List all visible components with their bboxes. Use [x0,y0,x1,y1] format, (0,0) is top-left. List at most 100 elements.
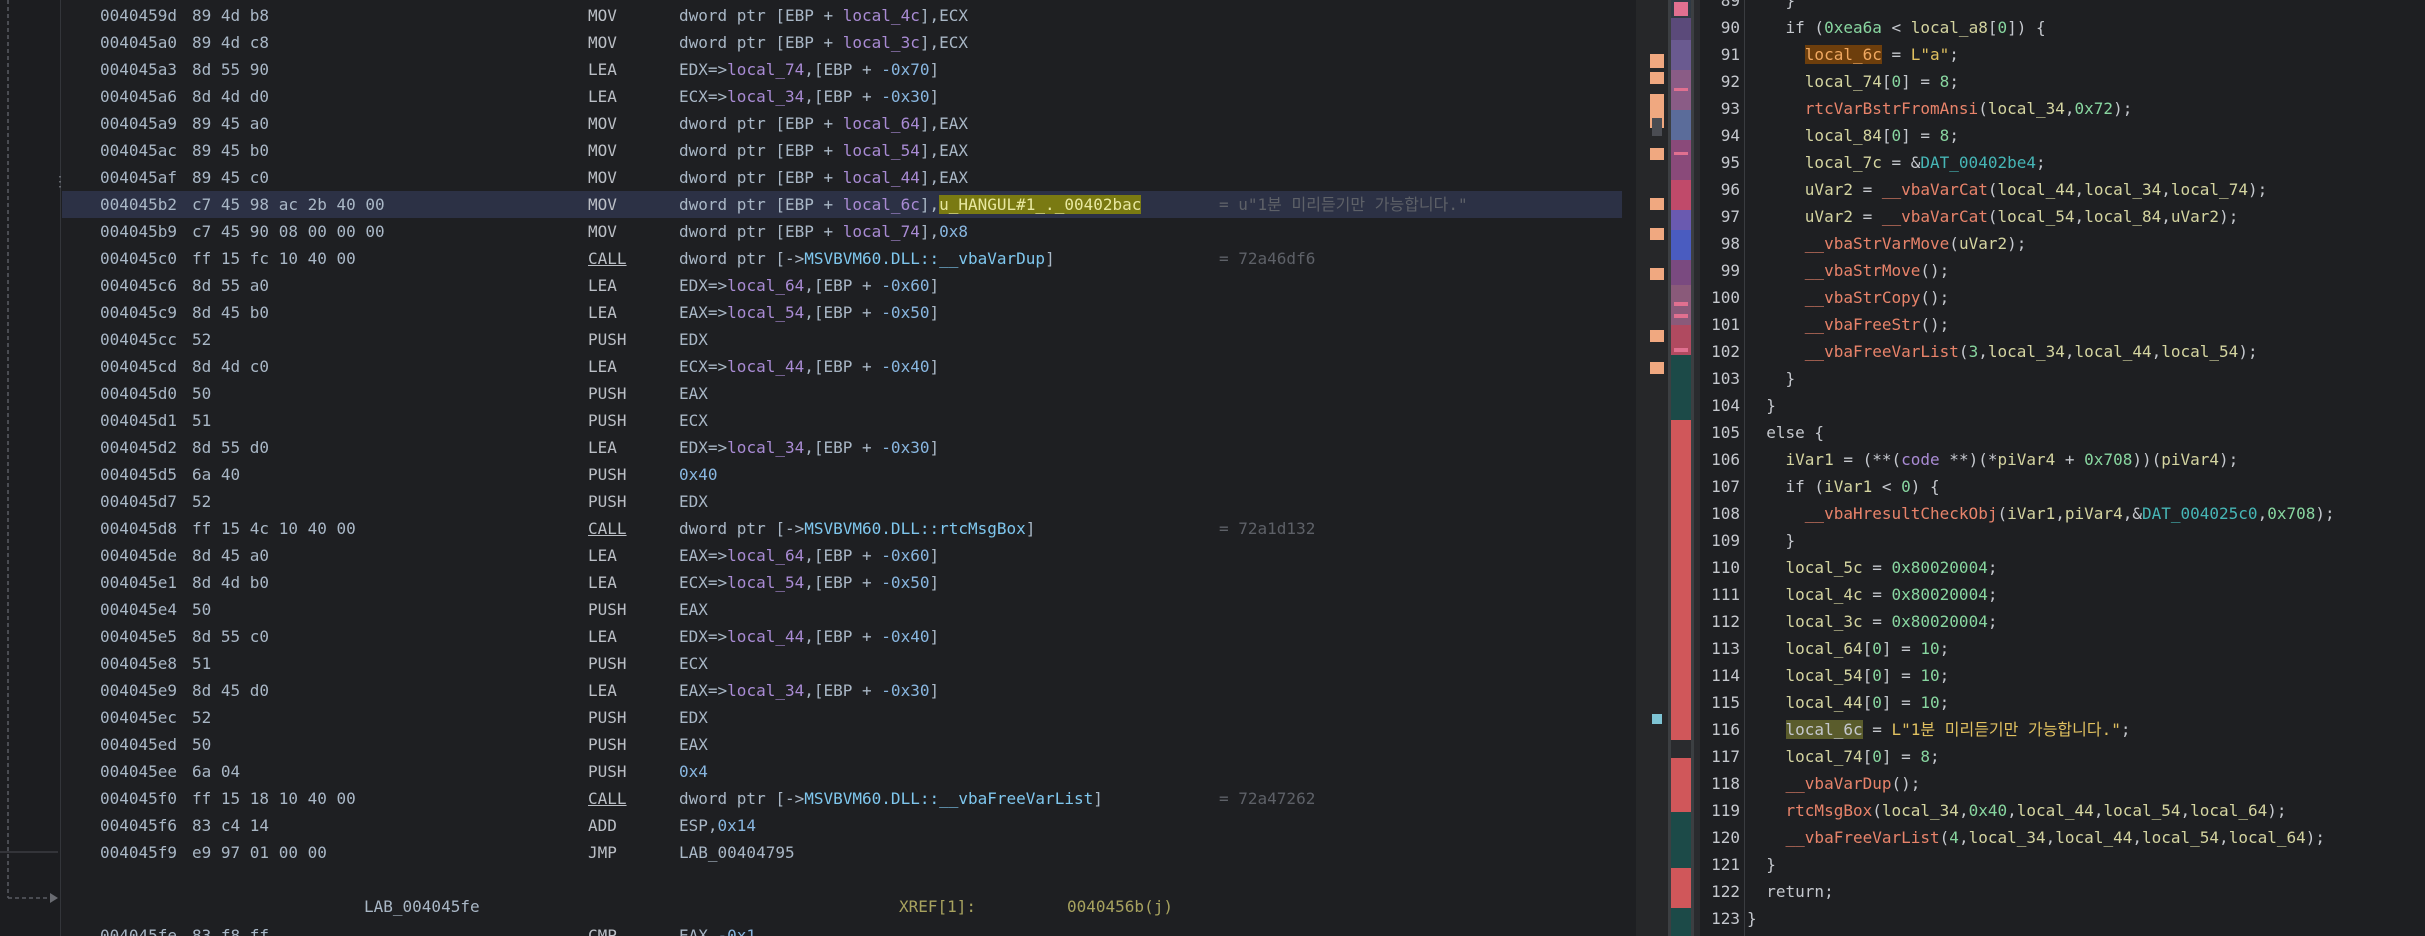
instruction-address[interactable]: 004045a6 [100,83,177,110]
instruction-address[interactable]: 004045d2 [100,434,177,461]
code-text[interactable]: } [1747,365,1796,392]
instruction-mnemonic[interactable]: MOV [588,137,617,164]
instruction-address[interactable]: 004045f9 [100,839,177,866]
instruction-operands[interactable]: EAX,-0x1 [679,922,756,936]
overview-marker[interactable] [1650,54,1664,68]
overview-segment[interactable] [1671,868,1691,908]
overview-segment[interactable] [1671,420,1691,740]
instruction-row[interactable]: 004045e4 50 PUSH EAX [62,596,1622,623]
code-text[interactable]: local_54[0] = 10; [1747,662,1950,689]
overview-segment[interactable] [1671,370,1691,420]
instruction-operands[interactable]: ECX [679,650,708,677]
code-text[interactable]: __vbaHresultCheckObj(iVar1,piVar4,&DAT_0… [1747,500,2335,527]
instruction-row[interactable]: 004045af 89 45 c0 MOV dword ptr [EBP + loca… [62,164,1622,191]
instruction-operands[interactable]: EDX=>local_74,[EBP + -0x70] [679,56,939,83]
overview-marker[interactable] [1650,198,1664,210]
instruction-operands[interactable]: EAX=>local_54,[EBP + -0x50] [679,299,939,326]
instruction-mnemonic[interactable]: MOV [588,29,617,56]
code-text[interactable]: } [1747,905,1757,932]
code-line[interactable]: 113 local_64[0] = 10; [1700,635,2425,662]
instruction-mnemonic[interactable]: CALL [588,245,627,272]
instruction-address[interactable]: 004045af [100,164,177,191]
instruction-address[interactable]: 004045fe [100,922,177,936]
instruction-mnemonic[interactable]: LEA [588,542,617,569]
instruction-address[interactable]: 004045cc [100,326,177,353]
instruction-row[interactable]: 004045d5 6a 40 PUSH 0x40 [62,461,1622,488]
code-text[interactable]: return; [1747,878,1833,905]
code-line[interactable]: 102 __vbaFreeVarList(3,local_34,local_44… [1700,338,2425,365]
code-line[interactable]: 109 } [1700,527,2425,554]
instruction-operands[interactable]: EDX=>local_44,[EBP + -0x40] [679,623,939,650]
code-line[interactable]: 98 __vbaStrVarMove(uVar2); [1700,230,2425,257]
overview-marker[interactable] [1650,228,1664,240]
instruction-row[interactable]: 004045a9 89 45 a0 MOV dword ptr [EBP + loca… [62,110,1622,137]
decompiler-view[interactable]: 89 } 90 if (0xea6a < local_a8[0]) {91 loc… [1700,0,2425,936]
instruction-address[interactable]: 004045cd [100,353,177,380]
code-text[interactable]: __vbaFreeVarList(3,local_34,local_44,loc… [1747,338,2258,365]
overview-segment[interactable] [1671,260,1691,285]
code-line[interactable]: 103 } [1700,365,2425,392]
instruction-address[interactable]: 004045ec [100,704,177,731]
instruction-row[interactable]: 004045a0 89 4d c8 MOV dword ptr [EBP + loca… [62,29,1622,56]
instruction-address[interactable]: 004045de [100,542,177,569]
code-line[interactable]: 99 __vbaStrMove(); [1700,257,2425,284]
instruction-address[interactable]: 004045a0 [100,29,177,56]
instruction-mnemonic[interactable]: LEA [588,623,617,650]
instruction-mnemonic[interactable]: PUSH [588,731,627,758]
instruction-operands[interactable]: dword ptr [EBP + local_44],EAX [679,164,968,191]
code-text[interactable]: local_7c = &DAT_00402be4; [1747,149,2046,176]
instruction-row[interactable]: 004045ac 89 45 b0 MOV dword ptr [EBP + loca… [62,137,1622,164]
instruction-row[interactable]: 004045c9 8d 45 b0 LEA EAX=>local_54,[EBP + … [62,299,1622,326]
overview-marker[interactable] [1650,148,1664,160]
instruction-mnemonic[interactable]: CALL [588,515,627,542]
overview-segment[interactable] [1671,355,1691,370]
instruction-row[interactable]: 004045ee 6a 04 PUSH 0x4 [62,758,1622,785]
code-text[interactable]: rtcMsgBox(local_34,0x40,local_44,local_5… [1747,797,2287,824]
instruction-operands[interactable]: ECX=>local_54,[EBP + -0x50] [679,569,939,596]
instruction-address[interactable]: 004045e8 [100,650,177,677]
instruction-operands[interactable]: dword ptr [EBP + local_6c],u_HANGUL#1_._… [679,191,1142,218]
instruction-address[interactable]: 004045ed [100,731,177,758]
instruction-mnemonic[interactable]: LEA [588,83,617,110]
instruction-row[interactable]: 004045b9 c7 45 90 08 00 00 00 MOV dword ptr… [62,218,1622,245]
code-line[interactable]: 94 local_84[0] = 8; [1700,122,2425,149]
drag-grip-icon[interactable]: ⋮ [53,175,67,204]
code-text[interactable]: local_84[0] = 8; [1747,122,1959,149]
overview-marker[interactable] [1652,128,1662,136]
entropy-overview-bar[interactable] [1668,0,1694,936]
code-text[interactable]: } [1747,527,1796,554]
instruction-row[interactable]: 004045fe 83 f8 ff CMP EAX,-0x1 [62,922,1622,936]
instruction-operands[interactable]: dword ptr [->MSVBVM60.DLL::__vbaVarDup] [679,245,1055,272]
code-text[interactable]: uVar2 = __vbaVarCat(local_44,local_34,lo… [1747,176,2267,203]
instruction-row[interactable]: 004045c6 8d 55 a0 LEA EDX=>local_64,[EBP + … [62,272,1622,299]
overview-segment[interactable] [1671,758,1691,782]
overview-segment[interactable] [1671,782,1691,812]
instruction-row[interactable]: 004045f9 e9 97 01 00 00 JMP LAB_00404795 [62,839,1622,866]
instruction-operands[interactable]: EDX [679,326,708,353]
overview-marker-bar[interactable] [1636,0,1668,936]
code-text[interactable]: rtcVarBstrFromAnsi(local_34,0x72); [1747,95,2133,122]
instruction-mnemonic[interactable]: PUSH [588,407,627,434]
code-text[interactable]: local_4c = 0x80020004; [1747,581,1998,608]
instruction-operands[interactable]: dword ptr [EBP + local_4c],ECX [679,2,968,29]
instruction-mnemonic[interactable]: MOV [588,2,617,29]
instruction-address[interactable]: 004045d0 [100,380,177,407]
instruction-operands[interactable]: 0x4 [679,758,708,785]
instruction-operands[interactable]: ECX=>local_44,[EBP + -0x40] [679,353,939,380]
code-text[interactable]: if (0xea6a < local_a8[0]) { [1747,14,2046,41]
overview-segment[interactable] [1671,110,1691,140]
instruction-address[interactable]: 004045c9 [100,299,177,326]
instruction-row[interactable]: 004045d0 50 PUSH EAX [62,380,1622,407]
code-text[interactable]: } [1747,392,1776,419]
code-line[interactable]: 91 local_6c = L"a"; [1700,41,2425,68]
instruction-operands[interactable]: EAX [679,731,708,758]
instruction-address[interactable]: 004045f6 [100,812,177,839]
instruction-mnemonic[interactable]: CALL [588,785,627,812]
instruction-mnemonic[interactable]: PUSH [588,380,627,407]
overview-marker[interactable] [1650,330,1664,342]
overview-marker[interactable] [1652,714,1662,724]
instruction-row[interactable]: 004045cc 52 PUSH EDX [62,326,1622,353]
code-line[interactable]: 104 } [1700,392,2425,419]
code-line[interactable]: 118 __vbaVarDup(); [1700,770,2425,797]
overview-segment[interactable] [1671,18,1691,40]
